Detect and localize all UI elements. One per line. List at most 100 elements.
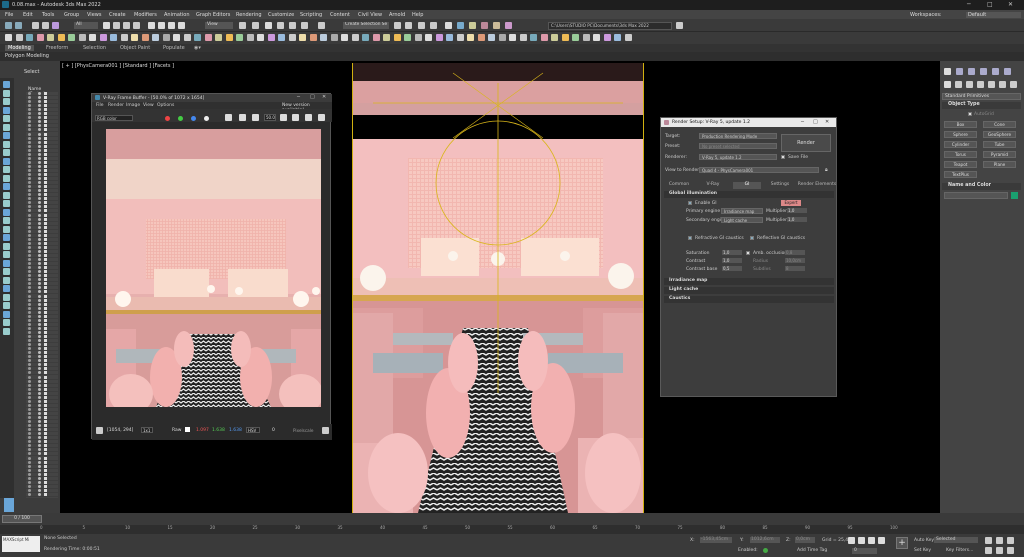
toolbar-tool-icon[interactable]	[498, 34, 506, 41]
ribbon-tab-freeform[interactable]: Freeform	[46, 45, 68, 51]
secondary-engine-dropdown[interactable]: Light cache	[721, 217, 763, 223]
freeze-icon[interactable]	[38, 367, 41, 371]
rendered-image[interactable]	[106, 129, 321, 407]
toolbar-tool-icon[interactable]	[593, 34, 600, 41]
curve-editor-icon[interactable]	[445, 22, 452, 29]
fb-menu-view[interactable]: View	[143, 103, 154, 108]
freeze-icon[interactable]	[38, 298, 41, 302]
freeze-icon[interactable]	[38, 278, 41, 282]
link-icon[interactable]	[32, 22, 39, 29]
toolbar-tool-icon[interactable]	[267, 34, 275, 41]
visibility-icon[interactable]	[28, 241, 31, 245]
visibility-icon[interactable]	[28, 432, 31, 436]
go-to-start-icon[interactable]	[848, 537, 855, 544]
freeze-icon[interactable]	[38, 359, 41, 363]
toolbar-tool-icon[interactable]	[320, 34, 327, 41]
visibility-icon[interactable]	[28, 213, 31, 217]
frame-buffer-titlebar[interactable]: V-Ray Frame Buffer - [50.0% of 1072 x 16…	[92, 94, 332, 102]
freeze-icon[interactable]	[38, 193, 41, 197]
visibility-icon[interactable]	[28, 112, 31, 116]
visibility-icon[interactable]	[28, 335, 31, 338]
expert-button[interactable]: Expert	[781, 200, 801, 206]
visibility-icon[interactable]	[28, 339, 31, 343]
freeze-icon[interactable]	[38, 326, 41, 330]
freeze-icon[interactable]	[38, 245, 41, 249]
preset-dropdown[interactable]: No preset selected	[699, 143, 777, 149]
render-teapot-icon[interactable]	[318, 114, 325, 121]
freeze-icon[interactable]	[38, 472, 41, 476]
tab-gi[interactable]: GI	[733, 182, 761, 189]
freeze-icon[interactable]	[38, 468, 41, 472]
toolbar-tool-icon[interactable]	[540, 34, 548, 41]
toolbar-tool-icon[interactable]	[614, 34, 621, 41]
visibility-icon[interactable]	[28, 326, 31, 330]
freeze-icon[interactable]	[38, 440, 41, 444]
visibility-icon[interactable]	[28, 347, 31, 351]
set-key-plus-icon[interactable]: +	[896, 537, 908, 549]
freeze-icon[interactable]	[38, 124, 41, 128]
select-by-name-icon[interactable]	[113, 22, 120, 29]
explorer-filter-icon[interactable]	[3, 81, 10, 88]
edit-named-selection-icon[interactable]	[318, 22, 325, 29]
toolbar-tool-icon[interactable]	[173, 34, 180, 41]
freeze-icon[interactable]	[38, 173, 41, 176]
explorer-filter-icon[interactable]	[3, 319, 10, 326]
save-file-checkbox[interactable]	[781, 155, 785, 159]
previous-frame-icon[interactable]	[858, 537, 865, 544]
undo-icon[interactable]	[5, 22, 12, 29]
visibility-icon[interactable]	[28, 124, 31, 128]
tab-common[interactable]: Common	[665, 182, 693, 189]
toolbar-tool-icon[interactable]	[383, 34, 390, 41]
toolbar-tool-icon[interactable]	[624, 34, 632, 41]
layer-explorer-icon[interactable]	[430, 22, 437, 29]
redo-icon[interactable]	[15, 22, 22, 29]
visibility-icon[interactable]	[28, 136, 31, 140]
explorer-filter-icon[interactable]	[3, 191, 10, 199]
renderer-dropdown[interactable]: V-Ray 5, update 1.2	[699, 154, 777, 160]
rendered-frame-window-icon[interactable]	[493, 22, 500, 29]
freeze-icon[interactable]	[38, 480, 41, 484]
explorer-filter-icon[interactable]	[3, 285, 10, 292]
visibility-icon[interactable]	[28, 193, 31, 197]
blue-channel-icon[interactable]	[191, 116, 196, 121]
freeze-icon[interactable]	[38, 274, 41, 278]
freeze-icon[interactable]	[38, 391, 41, 395]
freeze-icon[interactable]	[38, 395, 41, 399]
freeze-icon[interactable]	[38, 241, 41, 245]
render-button[interactable]: Render	[781, 134, 831, 152]
freeze-icon[interactable]	[38, 258, 41, 262]
visibility-icon[interactable]	[28, 387, 31, 391]
rectangular-selection-icon[interactable]	[123, 22, 130, 29]
history-icon[interactable]	[96, 427, 103, 434]
next-frame-icon[interactable]	[878, 537, 885, 544]
mirror-icon[interactable]	[394, 22, 401, 29]
freeze-icon[interactable]	[38, 347, 41, 351]
freeze-icon[interactable]	[38, 92, 41, 95]
pan-icon[interactable]	[996, 547, 1003, 554]
rs-maximize-icon[interactable]: □	[813, 119, 818, 125]
maximize-icon[interactable]: □	[987, 1, 993, 8]
toolbar-tool-icon[interactable]	[246, 34, 254, 41]
primitive-type-dropdown[interactable]: Standard Primitives	[942, 93, 1021, 100]
freeze-icon[interactable]	[38, 96, 41, 100]
zoom-field[interactable]: 50.0	[264, 114, 276, 121]
menu-edit[interactable]: Edit	[23, 12, 33, 18]
freeze-icon[interactable]	[38, 140, 41, 144]
close-icon[interactable]: ✕	[1008, 1, 1013, 8]
visibility-icon[interactable]	[28, 140, 31, 144]
toolbar-tool-icon[interactable]	[47, 34, 54, 41]
current-frame-field[interactable]: 0	[852, 548, 877, 554]
visibility-icon[interactable]	[28, 266, 31, 270]
explorer-filter-icon[interactable]	[3, 259, 10, 267]
toolbar-tool-icon[interactable]	[36, 34, 44, 41]
unlink-icon[interactable]	[42, 22, 49, 29]
toolbar-tool-icon[interactable]	[477, 34, 485, 41]
visibility-icon[interactable]	[28, 294, 31, 298]
freeze-icon[interactable]	[38, 221, 41, 225]
menu-file[interactable]: File	[5, 12, 13, 18]
teapot-button[interactable]: Teapot	[944, 161, 977, 168]
explorer-filter-icon[interactable]	[3, 183, 10, 190]
toolbar-tool-icon[interactable]	[425, 34, 432, 41]
freeze-icon[interactable]	[38, 335, 41, 338]
freeze-icon[interactable]	[38, 225, 41, 229]
